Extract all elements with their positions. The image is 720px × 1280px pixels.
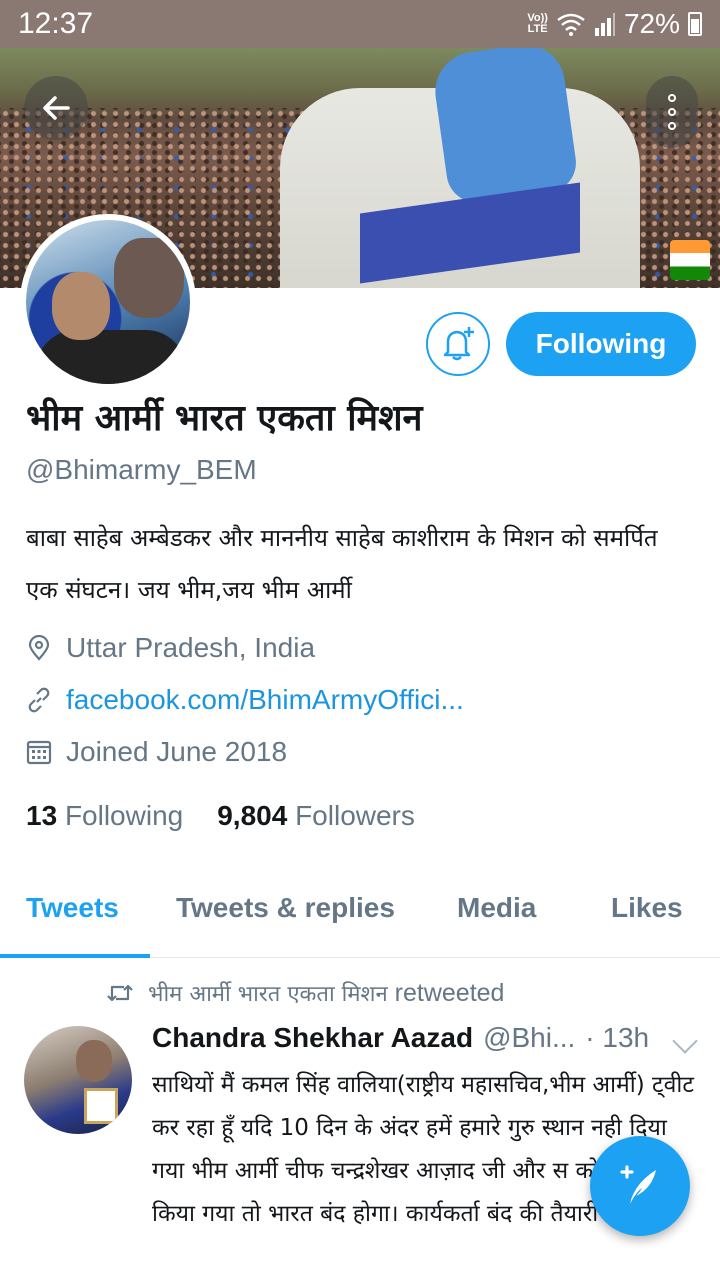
flag-image	[670, 240, 710, 280]
profile-handle: @Bhimarmy_BEM	[26, 454, 257, 485]
tab-media[interactable]: Media	[457, 892, 536, 924]
tab-tweets[interactable]: Tweets	[26, 892, 119, 924]
profile-tabs: Tweets Tweets & replies Media Likes	[0, 870, 720, 958]
retweeted-label: retweeted	[394, 979, 505, 1007]
location-text: Uttar Pradesh, India	[66, 632, 316, 663]
active-tab-indicator	[0, 954, 150, 958]
tab-likes[interactable]: Likes	[611, 892, 683, 924]
back-arrow-icon	[43, 96, 70, 120]
profile-joined: Joined June 2018	[26, 736, 287, 768]
compose-tweet-button[interactable]	[590, 1136, 690, 1236]
back-button[interactable]	[24, 76, 88, 140]
tweet-header: Chandra Shekhar Aazad @Bhi... · 13h	[152, 1022, 700, 1054]
followers-stat[interactable]: 9,804 Followers	[217, 800, 415, 832]
profile-bio: बाबा साहेब अम्बेडकर और माननीय साहेब काशी…	[26, 524, 658, 604]
following-label: Following	[64, 800, 184, 831]
profile-avatar[interactable]	[20, 214, 196, 390]
followers-label: Followers	[295, 800, 415, 831]
status-icons: Vo)) LTE 72%	[527, 8, 702, 40]
link-icon	[26, 687, 52, 713]
banner-cap-image	[430, 48, 580, 207]
profile-stats: 13 Following 9,804 Followers	[26, 800, 415, 832]
tweet-author-name[interactable]: Chandra Shekhar Aazad	[152, 1022, 473, 1054]
compose-feather-icon	[620, 1165, 656, 1204]
calendar-icon	[26, 739, 52, 765]
battery-percentage: 72%	[623, 8, 680, 39]
notifications-button[interactable]	[426, 312, 490, 376]
profile-display-name: भीम आर्मी भारत एकता मिशन	[26, 398, 423, 439]
following-stat[interactable]: 13 Following	[26, 800, 183, 832]
retweeter-name: भीम आर्मी भारत एकता मिशन	[148, 982, 388, 1007]
battery-icon	[688, 12, 702, 36]
following-button[interactable]: Following	[506, 312, 696, 376]
signal-icon	[594, 13, 615, 36]
retweet-context[interactable]: भीम आर्मी भारत एकता मिशन retweeted	[106, 978, 504, 1008]
bell-plus-icon	[443, 327, 474, 361]
wifi-icon	[557, 13, 585, 36]
website-link[interactable]: facebook.com/BhimArmyOffici...	[66, 684, 464, 716]
tab-tweets-replies[interactable]: Tweets & replies	[176, 892, 395, 924]
location-pin-icon	[26, 635, 52, 661]
tweet-timestamp: · 13h	[585, 1022, 650, 1053]
status-bar: 12:37 Vo)) LTE 72%	[0, 0, 720, 48]
more-options-button[interactable]	[646, 76, 698, 148]
profile-location: Uttar Pradesh, India	[26, 632, 315, 664]
profile-website[interactable]: facebook.com/BhimArmyOffici...	[26, 684, 464, 716]
status-time: 12:37	[18, 7, 94, 40]
tweet-author-avatar[interactable]	[24, 1026, 132, 1134]
volte-icon: Vo)) LTE	[527, 12, 548, 35]
following-count: 13	[26, 800, 58, 831]
joined-text: Joined June 2018	[66, 736, 288, 767]
tweet-author-handle[interactable]: @Bhi...	[483, 1022, 575, 1054]
retweet-icon	[107, 984, 133, 1002]
more-vertical-icon	[668, 94, 676, 102]
followers-count: 9,804	[217, 800, 288, 831]
